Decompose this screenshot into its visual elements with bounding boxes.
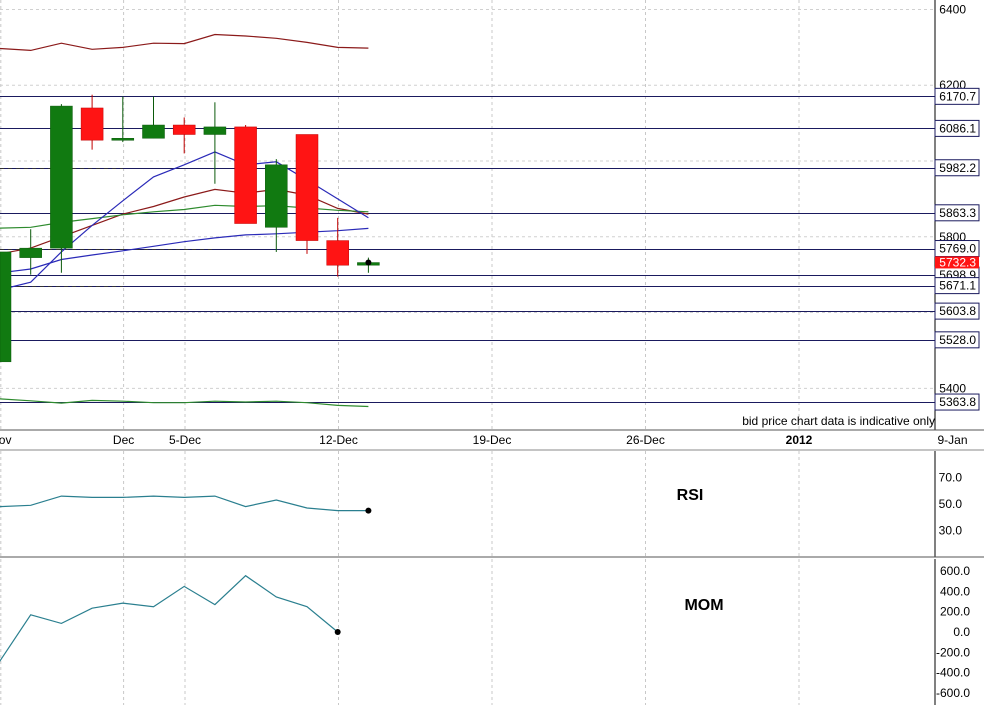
level-label: 6170.7 [939,89,976,103]
rsi-y-tick: 70.0 [939,471,963,485]
mom-y-tick: 0.0 [953,625,970,639]
mom-y-tick: -600.0 [936,686,970,700]
x-tick-label: 5-Dec [169,433,201,447]
mom-y-tick: 600.0 [940,564,970,578]
candle-body [234,126,257,224]
candle-body [50,105,73,249]
candle-body [111,138,135,141]
mom-y-tick: -400.0 [936,666,970,680]
mom-y-tick: 200.0 [940,605,970,619]
x-tick-label: Nov [0,433,11,447]
candle-body [326,240,349,266]
rsi-y-tick: 30.0 [939,524,963,538]
level-label: 6086.1 [939,121,976,135]
disclaimer-note: bid price chart data is indicative only [742,414,935,428]
candle-body [142,124,165,139]
candle-body [172,124,196,135]
level-label: 5363.8 [939,395,976,409]
mom-y-tick: -200.0 [936,645,970,659]
current-price-label: 5732.3 [939,255,976,269]
mom-y-tick: 400.0 [940,584,970,598]
level-label: 5982.2 [939,161,976,175]
candle-body [0,251,12,363]
x-tick-label: 2012 [786,433,813,447]
rsi-last-dot [365,507,372,514]
mom-title: MOM [684,597,723,614]
candle-body [19,247,42,258]
price-y-tick: 6400 [939,2,966,16]
last-price-dot [365,259,372,266]
level-label: 5863.3 [939,206,976,220]
rsi-title: RSI [677,487,704,504]
level-label: 5671.1 [939,279,976,293]
rsi-y-tick-labels: 70.0 50.0 30.0 [939,471,963,538]
x-tick-label: 26-Dec [626,433,665,447]
rsi-y-tick: 50.0 [939,497,963,511]
price-y-tick: 5400 [939,381,966,395]
candle-body [265,164,288,228]
x-tick-label: Dec [113,433,134,447]
mom-last-dot [334,629,341,635]
candle-body [203,126,227,135]
candle-body [80,107,104,141]
level-label: 5603.8 [939,304,976,318]
x-tick-label: 9-Jan [937,433,967,447]
level-label: 5528.0 [939,333,976,347]
x-tick-label: 12-Dec [319,433,358,447]
trading-chart: 6400620058005400 6170.76086.15982.25863.… [0,0,984,705]
candle-body [295,134,319,241]
level-label: 5769.0 [939,242,976,256]
x-tick-label: 19-Dec [473,433,512,447]
